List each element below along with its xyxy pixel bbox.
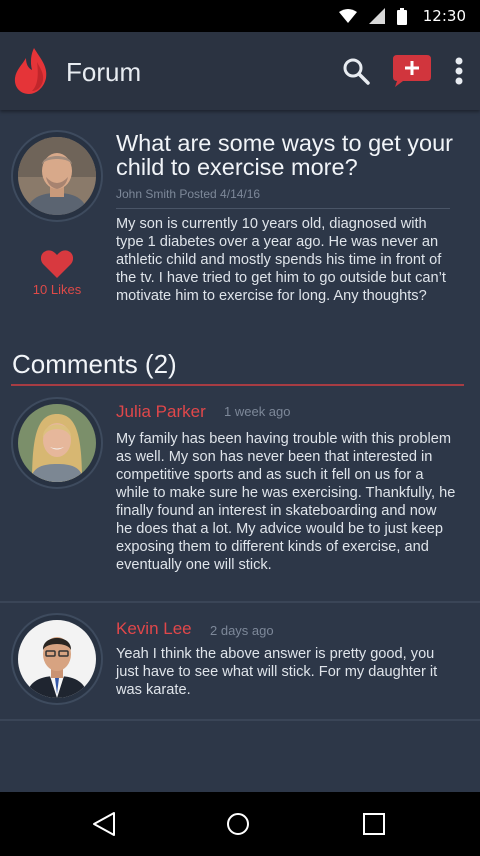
back-button[interactable]	[74, 792, 134, 856]
question-divider	[116, 208, 450, 209]
signal-icon	[368, 8, 385, 24]
comment-time: 1 week ago	[224, 404, 291, 419]
system-nav-bar	[0, 792, 480, 856]
comment-divider	[0, 719, 480, 721]
comment-item: Kevin Lee 2 days ago Yeah I think the ab…	[0, 603, 480, 721]
commenter-name[interactable]: Julia Parker	[116, 402, 206, 422]
flame-logo	[14, 48, 48, 99]
battery-icon	[396, 7, 407, 25]
home-button[interactable]	[208, 792, 268, 856]
app-bar: Forum	[0, 32, 480, 110]
comments-header: Comments (2)	[12, 349, 177, 379]
comment-item: Julia Parker 1 week ago My family has be…	[0, 386, 480, 602]
recents-button[interactable]	[344, 792, 404, 856]
status-bar: 12:30	[0, 0, 480, 32]
search-button[interactable]	[337, 32, 375, 110]
likes-count: 10 Likes	[32, 282, 82, 297]
author-avatar[interactable]	[11, 130, 103, 222]
recents-icon	[363, 813, 385, 835]
question-meta: John Smith Posted 4/14/16	[116, 187, 261, 201]
question-title: What are some ways to get your child to …	[116, 130, 453, 180]
app-title: Forum	[66, 57, 142, 87]
comment-body: My family has been having trouble with t…	[116, 431, 456, 573]
heart-icon	[41, 250, 73, 278]
wifi-icon	[338, 9, 357, 23]
comment-body: Yeah I think the above answer is pretty …	[116, 646, 438, 698]
commenter-name[interactable]: Kevin Lee	[116, 619, 192, 639]
question-post: What are some ways to get your child to …	[0, 110, 480, 338]
john-smith-photo	[18, 137, 96, 215]
compose-icon	[393, 55, 431, 87]
search-icon	[343, 58, 370, 85]
home-icon	[227, 813, 249, 835]
more-vert-icon	[455, 57, 463, 85]
like-button[interactable]: 10 Likes	[22, 250, 92, 297]
new-post-button[interactable]	[391, 32, 433, 110]
back-icon	[93, 812, 115, 836]
overflow-menu-button[interactable]	[448, 32, 470, 110]
question-body: My son is currently 10 years old, diagno…	[116, 216, 446, 304]
status-time: 12:30	[422, 7, 466, 25]
comment-time: 2 days ago	[210, 623, 274, 638]
